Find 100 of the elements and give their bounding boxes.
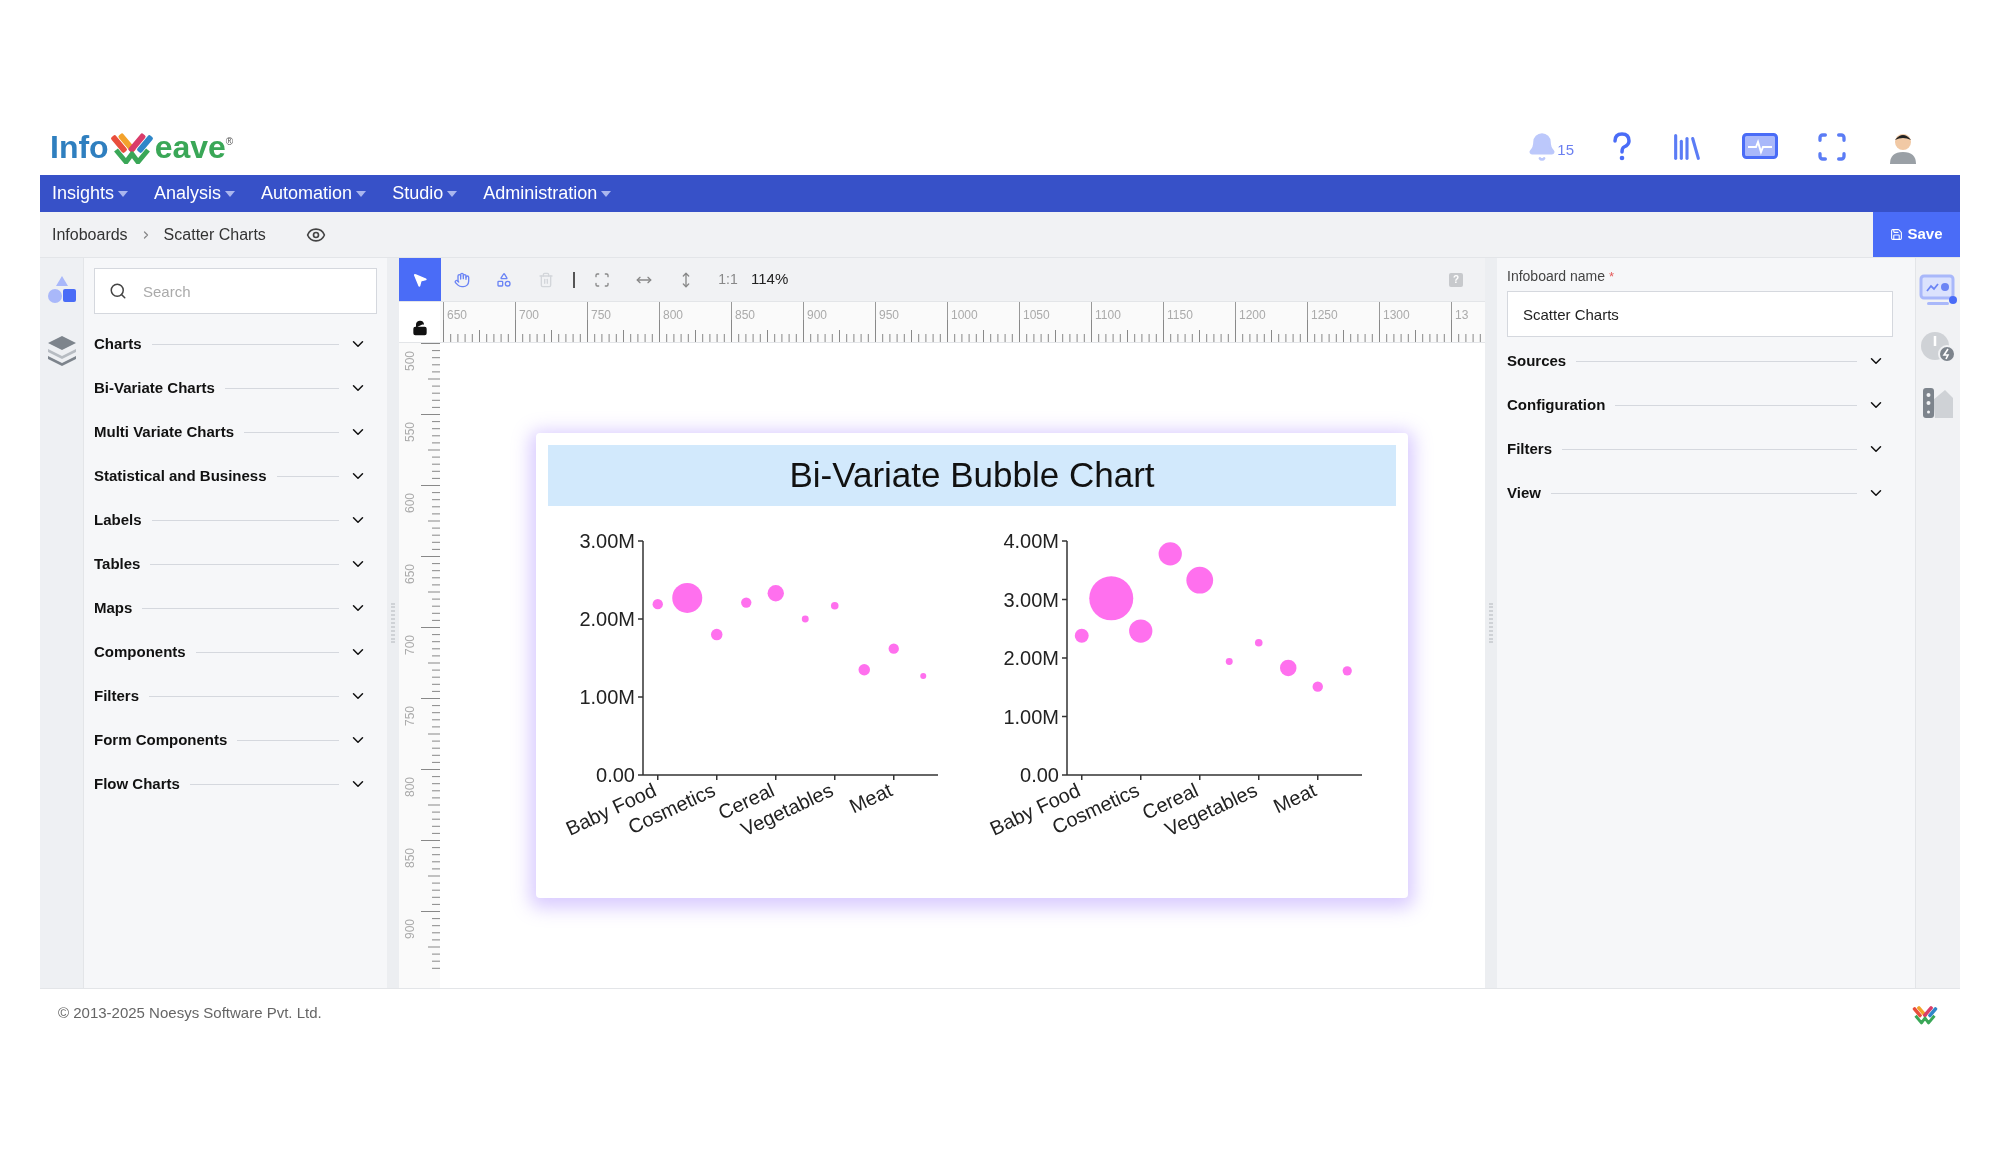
hand-icon bbox=[454, 271, 470, 288]
section-title[interactable]: Tables bbox=[94, 552, 141, 576]
section-title[interactable]: Configuration bbox=[1507, 393, 1606, 417]
bubble bbox=[1280, 659, 1297, 677]
name-field[interactable]: Scatter Charts bbox=[1507, 291, 1893, 337]
nav-menu[interactable]: Administration bbox=[483, 180, 612, 207]
monitor-pulse-icon[interactable] bbox=[1742, 132, 1778, 161]
axis-label: 1.00M bbox=[579, 686, 635, 708]
fit-icon bbox=[594, 271, 610, 288]
caret-icon bbox=[356, 190, 367, 197]
nav-menu[interactable]: Automation bbox=[261, 180, 367, 207]
zoom-level: 114% bbox=[751, 269, 789, 290]
chart-title: Bi-Variate Bubble Chart bbox=[548, 445, 1396, 506]
ruler-label: 1200 bbox=[1239, 308, 1266, 322]
bubble bbox=[1158, 542, 1182, 566]
shapes-icon[interactable] bbox=[45, 274, 78, 306]
axis-label: 2.00M bbox=[579, 608, 635, 630]
section-title[interactable]: Multi Variate Charts bbox=[94, 420, 235, 444]
section-title[interactable]: Statistical and Business bbox=[94, 464, 267, 488]
ruler-label: 550 bbox=[402, 420, 418, 442]
ruler-label: 900 bbox=[402, 917, 418, 939]
ruler-label: 1300 bbox=[1383, 308, 1410, 322]
axis-label: 1.00M bbox=[1003, 705, 1059, 728]
bubble bbox=[741, 597, 752, 608]
ruler-label: 700 bbox=[519, 308, 540, 322]
caret-icon bbox=[118, 190, 129, 197]
ruler-label: 13 bbox=[1455, 308, 1469, 322]
ruler-label: 700 bbox=[402, 633, 418, 655]
bubble bbox=[767, 585, 784, 602]
pointer-tool[interactable] bbox=[399, 258, 441, 301]
breadcrumb-current: Scatter Charts bbox=[163, 224, 266, 245]
logo-text: Info bbox=[50, 130, 109, 163]
bubble bbox=[1254, 639, 1263, 647]
section-title[interactable]: Components bbox=[94, 640, 186, 664]
axis-label: Meat bbox=[845, 778, 896, 818]
axis-label: 0.00 bbox=[596, 764, 635, 786]
bubble bbox=[920, 672, 927, 679]
notification-count[interactable]: 15 bbox=[1557, 139, 1574, 162]
section-title[interactable]: Form Components bbox=[94, 728, 228, 752]
bubble bbox=[672, 582, 703, 613]
section-title[interactable]: Filters bbox=[94, 684, 139, 708]
bubble bbox=[830, 601, 839, 610]
section-title[interactable]: View bbox=[1507, 481, 1541, 505]
bubble bbox=[801, 615, 809, 623]
logo-text: eave bbox=[154, 130, 226, 163]
bubble bbox=[711, 628, 723, 641]
search-field[interactable]: Search bbox=[94, 268, 377, 314]
fullscreen-icon[interactable] bbox=[1816, 130, 1848, 163]
dashboard-settings-icon[interactable] bbox=[1919, 274, 1957, 308]
field-label: Infoboard name bbox=[1507, 267, 1606, 286]
section-title[interactable]: Bi-Variate Charts bbox=[94, 376, 215, 400]
caret-icon bbox=[225, 190, 236, 197]
ruler-label: 1100 bbox=[1095, 308, 1121, 322]
section-title[interactable]: Filters bbox=[1507, 437, 1552, 461]
ruler-label: 800 bbox=[663, 308, 684, 322]
bubble bbox=[1225, 658, 1233, 665]
trash-icon bbox=[538, 271, 554, 288]
layers-icon[interactable] bbox=[45, 334, 78, 366]
ruler-label: 750 bbox=[402, 704, 418, 726]
shapes-icon bbox=[496, 271, 512, 288]
bubble bbox=[1312, 681, 1323, 692]
nav-menu[interactable]: Analysis bbox=[154, 180, 236, 207]
ruler-label: 800 bbox=[402, 775, 418, 797]
copyright-text: © 2013-2025 Noesys Software Pvt. Ltd. bbox=[58, 1003, 322, 1024]
bubble bbox=[652, 599, 663, 610]
section-title[interactable]: Charts bbox=[94, 332, 142, 356]
axis-label: 3.00M bbox=[1003, 588, 1059, 611]
section-title[interactable]: Flow Charts bbox=[94, 772, 180, 796]
save-button[interactable]: Save bbox=[1873, 212, 1960, 257]
required-mark: * bbox=[1609, 267, 1615, 286]
ruler-label: 850 bbox=[735, 308, 756, 322]
section-title[interactable]: Labels bbox=[94, 508, 142, 532]
floppy-icon bbox=[1890, 228, 1904, 241]
ruler-label: 600 bbox=[402, 491, 418, 513]
swatch-icon[interactable] bbox=[1921, 386, 1955, 420]
nav-menu[interactable]: Studio bbox=[392, 180, 458, 207]
axis-label: 2.00M bbox=[1003, 647, 1059, 669]
axis-label: 4.00M bbox=[1003, 530, 1059, 552]
help-icon[interactable] bbox=[1612, 131, 1632, 162]
bubble bbox=[888, 643, 899, 654]
caret-icon bbox=[601, 190, 612, 197]
gauge-icon[interactable] bbox=[1919, 330, 1957, 364]
bubble bbox=[1074, 628, 1089, 643]
ruler-label: 1250 bbox=[1311, 308, 1338, 322]
ruler-label: 1000 bbox=[951, 308, 978, 322]
ruler-label: 650 bbox=[402, 562, 418, 584]
bubble bbox=[858, 663, 870, 676]
axis-label: 3.00M bbox=[579, 530, 635, 552]
ruler-label: 950 bbox=[879, 308, 900, 322]
ruler-label: 900 bbox=[807, 308, 828, 322]
pointer-icon bbox=[412, 271, 428, 288]
unlocked-icon[interactable] bbox=[411, 320, 428, 336]
ruler-label: 1050 bbox=[1023, 308, 1050, 322]
registered-mark: ® bbox=[225, 134, 234, 147]
ruler-label: 850 bbox=[402, 846, 418, 868]
nav-menu[interactable]: Insights bbox=[52, 180, 129, 207]
section-title[interactable]: Sources bbox=[1507, 349, 1567, 373]
bubble bbox=[1186, 566, 1214, 594]
breadcrumb-link[interactable]: Infoboards bbox=[52, 222, 128, 247]
section-title[interactable]: Maps bbox=[94, 596, 133, 620]
